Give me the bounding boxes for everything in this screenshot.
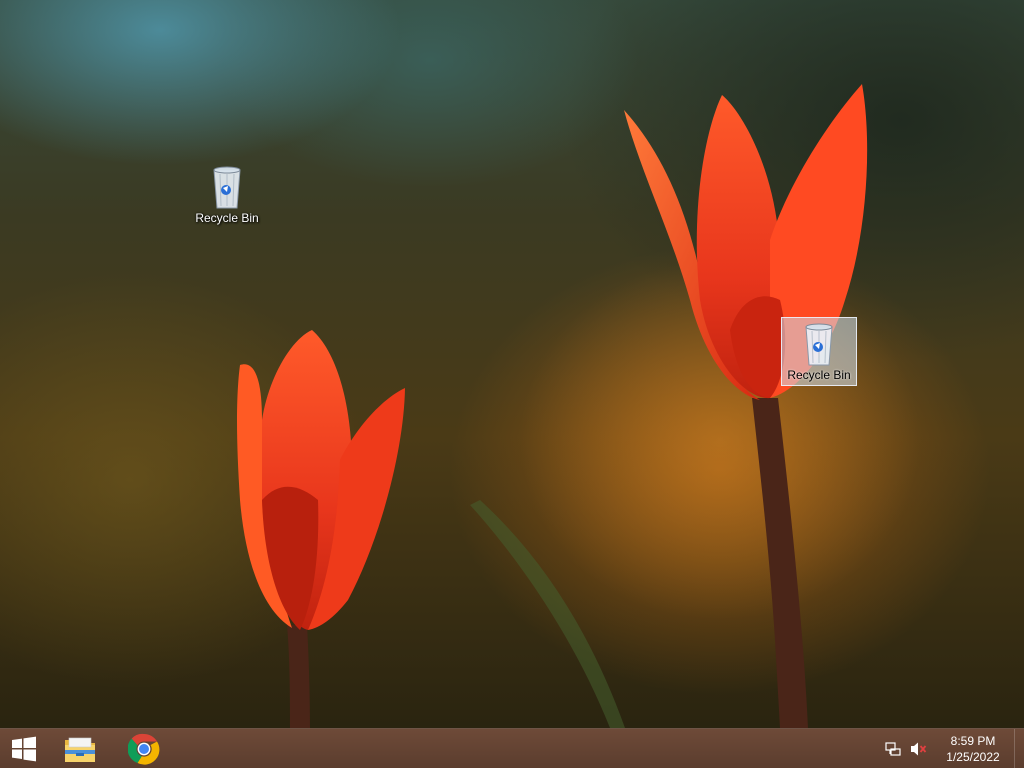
windows-logo-icon <box>12 736 36 761</box>
clock-date: 1/25/2022 <box>946 750 1000 764</box>
chrome-icon <box>128 733 160 765</box>
taskbar: 8:59 PM 1/25/2022 <box>0 728 1024 768</box>
taskbar-chrome-button[interactable] <box>112 729 176 768</box>
desktop-icon-recycle-bin-selected[interactable]: Recycle Bin <box>781 317 857 386</box>
desktop-wallpaper <box>0 0 1024 728</box>
system-tray: 8:59 PM 1/25/2022 <box>880 729 1024 768</box>
clock-time: 8:59 PM <box>950 734 996 748</box>
taskbar-clock[interactable]: 8:59 PM 1/25/2022 <box>932 729 1014 768</box>
network-icon[interactable] <box>880 729 906 768</box>
taskbar-file-explorer-button[interactable] <box>48 729 112 768</box>
recycle-bin-label: Recycle Bin <box>195 211 259 225</box>
tulip-wallpaper-image <box>237 84 920 728</box>
recycle-bin-icon <box>213 166 241 209</box>
folder-icon <box>65 737 95 762</box>
recycle-bin-icon <box>805 323 833 366</box>
start-button[interactable] <box>0 729 48 768</box>
desktop-icon-recycle-bin[interactable]: Recycle Bin <box>189 161 265 229</box>
volume-muted-icon[interactable] <box>906 729 932 768</box>
show-desktop-button[interactable] <box>1014 729 1024 768</box>
recycle-bin-label: Recycle Bin <box>787 368 851 382</box>
